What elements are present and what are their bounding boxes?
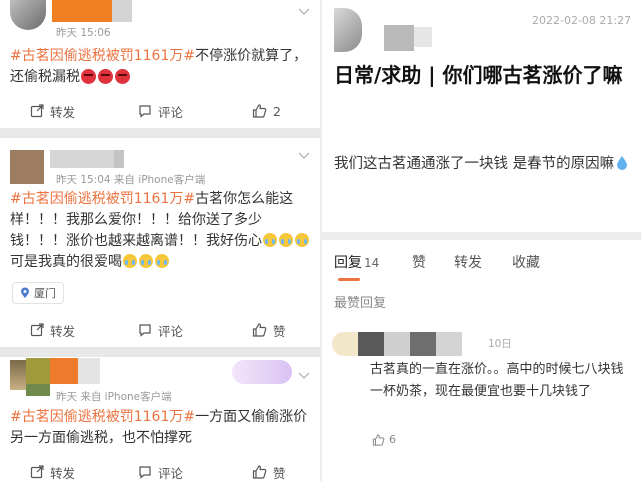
post-body: 我们这古茗通通涨了一块钱 是春节的原因嘛 <box>334 151 634 177</box>
thumbs-up-icon <box>372 433 385 446</box>
post-time: 昨天 15:04 来自 iPhone客户端 <box>56 174 206 186</box>
chevron-down-icon[interactable] <box>298 372 310 380</box>
like-button[interactable]: 赞 <box>252 321 286 340</box>
username-redacted <box>410 332 436 356</box>
comment-icon <box>139 105 151 118</box>
tab-favorites[interactable]: 收藏 <box>512 252 540 272</box>
avatar[interactable] <box>10 150 44 184</box>
chevron-down-icon[interactable] <box>298 152 310 160</box>
username-redacted <box>414 27 432 47</box>
reply-text: 古茗真的一直在涨价。。高中的时候七八块钱一杯奶茶，现在最便宜也要十几块钱了 <box>370 362 624 399</box>
repost-icon <box>30 323 44 337</box>
comment-button[interactable]: 评论 <box>138 102 183 121</box>
username-redacted <box>26 358 50 384</box>
angry-emoji-icon <box>81 69 96 84</box>
avatar[interactable] <box>10 0 46 30</box>
username-redacted <box>112 0 132 22</box>
avatar[interactable] <box>10 360 26 390</box>
tab-likes[interactable]: 赞 <box>412 252 426 272</box>
username-redacted <box>114 150 124 168</box>
reply-date: 10日 <box>488 338 512 350</box>
post-divider <box>0 128 320 138</box>
post-divider <box>0 347 320 357</box>
username-redacted <box>78 358 100 384</box>
avatar[interactable] <box>334 8 362 52</box>
avatar <box>26 384 50 396</box>
like-button[interactable]: 2 <box>252 104 281 119</box>
post-title: 日常/求助 | 你们哪古茗涨价了嘛 <box>334 63 623 87</box>
crying-emoji-icon <box>155 254 169 268</box>
post-timestamp: 2022-02-08 21:27 <box>532 14 632 27</box>
action-bar: 转发 评论 赞 <box>0 462 320 481</box>
repost-button[interactable]: 转发 <box>30 463 75 481</box>
post-text: #古茗因偷逃税被罚1161万#古茗你怎么能这样！！！我那么爱你！！！给你送了多少… <box>10 189 310 273</box>
repost-icon <box>30 104 44 118</box>
tab-replies[interactable]: 回复 14 <box>334 252 379 281</box>
hashtag-link[interactable]: #古茗因偷逃税被罚1161万# <box>10 191 195 207</box>
hashtag-link[interactable]: #古茗因偷逃税被罚1161万# <box>10 48 195 64</box>
crying-emoji-icon <box>263 233 277 247</box>
hashtag-link[interactable]: #古茗因偷逃税被罚1161万# <box>10 409 195 425</box>
comment-icon <box>139 466 151 479</box>
comment-button[interactable]: 评论 <box>138 463 183 481</box>
repost-icon <box>30 465 44 479</box>
username-redacted <box>384 332 410 356</box>
left-feed-panel: 昨天 15:06 #古茗因偷逃税被罚1161万#不停涨价就算了，还偷税漏税 转发… <box>0 0 320 481</box>
thumbs-up-icon <box>252 104 267 118</box>
post-time: 昨天 来自 iPhone客户端 <box>56 391 172 403</box>
chevron-down-icon[interactable] <box>298 8 310 16</box>
crying-emoji-icon <box>139 254 153 268</box>
crying-emoji-icon <box>279 233 293 247</box>
thumbs-up-icon <box>252 465 267 479</box>
username-redacted <box>384 25 414 51</box>
water-drop-icon <box>617 156 628 170</box>
comment-icon <box>139 324 151 337</box>
action-bar: 转发 评论 赞 <box>0 318 320 342</box>
thumbs-up-icon <box>252 323 267 337</box>
username-redacted <box>52 0 112 22</box>
post-time: 昨天 15:06 <box>56 27 111 39</box>
post-text: #古茗因偷逃税被罚1161万#不停涨价就算了，还偷税漏税 <box>10 48 308 85</box>
like-button[interactable]: 赞 <box>252 463 286 481</box>
crying-emoji-icon <box>123 254 137 268</box>
repost-button[interactable]: 转发 <box>30 321 75 340</box>
crying-emoji-icon <box>295 233 309 247</box>
username-redacted <box>358 332 384 356</box>
repost-button[interactable]: 转发 <box>30 102 75 121</box>
replies-panel: 回复 14 赞 转发 收藏 最赞回复 10日 古茗真的一直在涨价。。高中的时候七八… <box>322 240 641 481</box>
username-redacted <box>50 150 114 168</box>
location-pin-icon <box>21 287 29 298</box>
tab-reposts[interactable]: 转发 <box>454 252 482 272</box>
username-redacted <box>50 358 78 384</box>
username-redacted <box>436 332 462 356</box>
section-label: 最赞回复 <box>334 296 387 311</box>
location-tag[interactable]: 厦门 <box>12 282 64 304</box>
avatar[interactable] <box>332 332 358 356</box>
decorative-badge <box>232 360 292 384</box>
post-text: #古茗因偷逃税被罚1161万#一方面又偷偷涨价另一方面偷逃税，也不怕撑死 <box>10 409 308 446</box>
angry-emoji-icon <box>98 69 113 84</box>
action-bar: 转发 评论 2 <box>0 99 320 123</box>
reply-like-button[interactable]: 6 <box>372 433 396 446</box>
right-post-panel: 2022-02-08 21:27 日常/求助 | 你们哪古茗涨价了嘛 我们这古茗… <box>322 0 641 232</box>
comment-button[interactable]: 评论 <box>138 321 183 340</box>
angry-emoji-icon <box>115 69 130 84</box>
active-tab-indicator <box>338 278 360 281</box>
